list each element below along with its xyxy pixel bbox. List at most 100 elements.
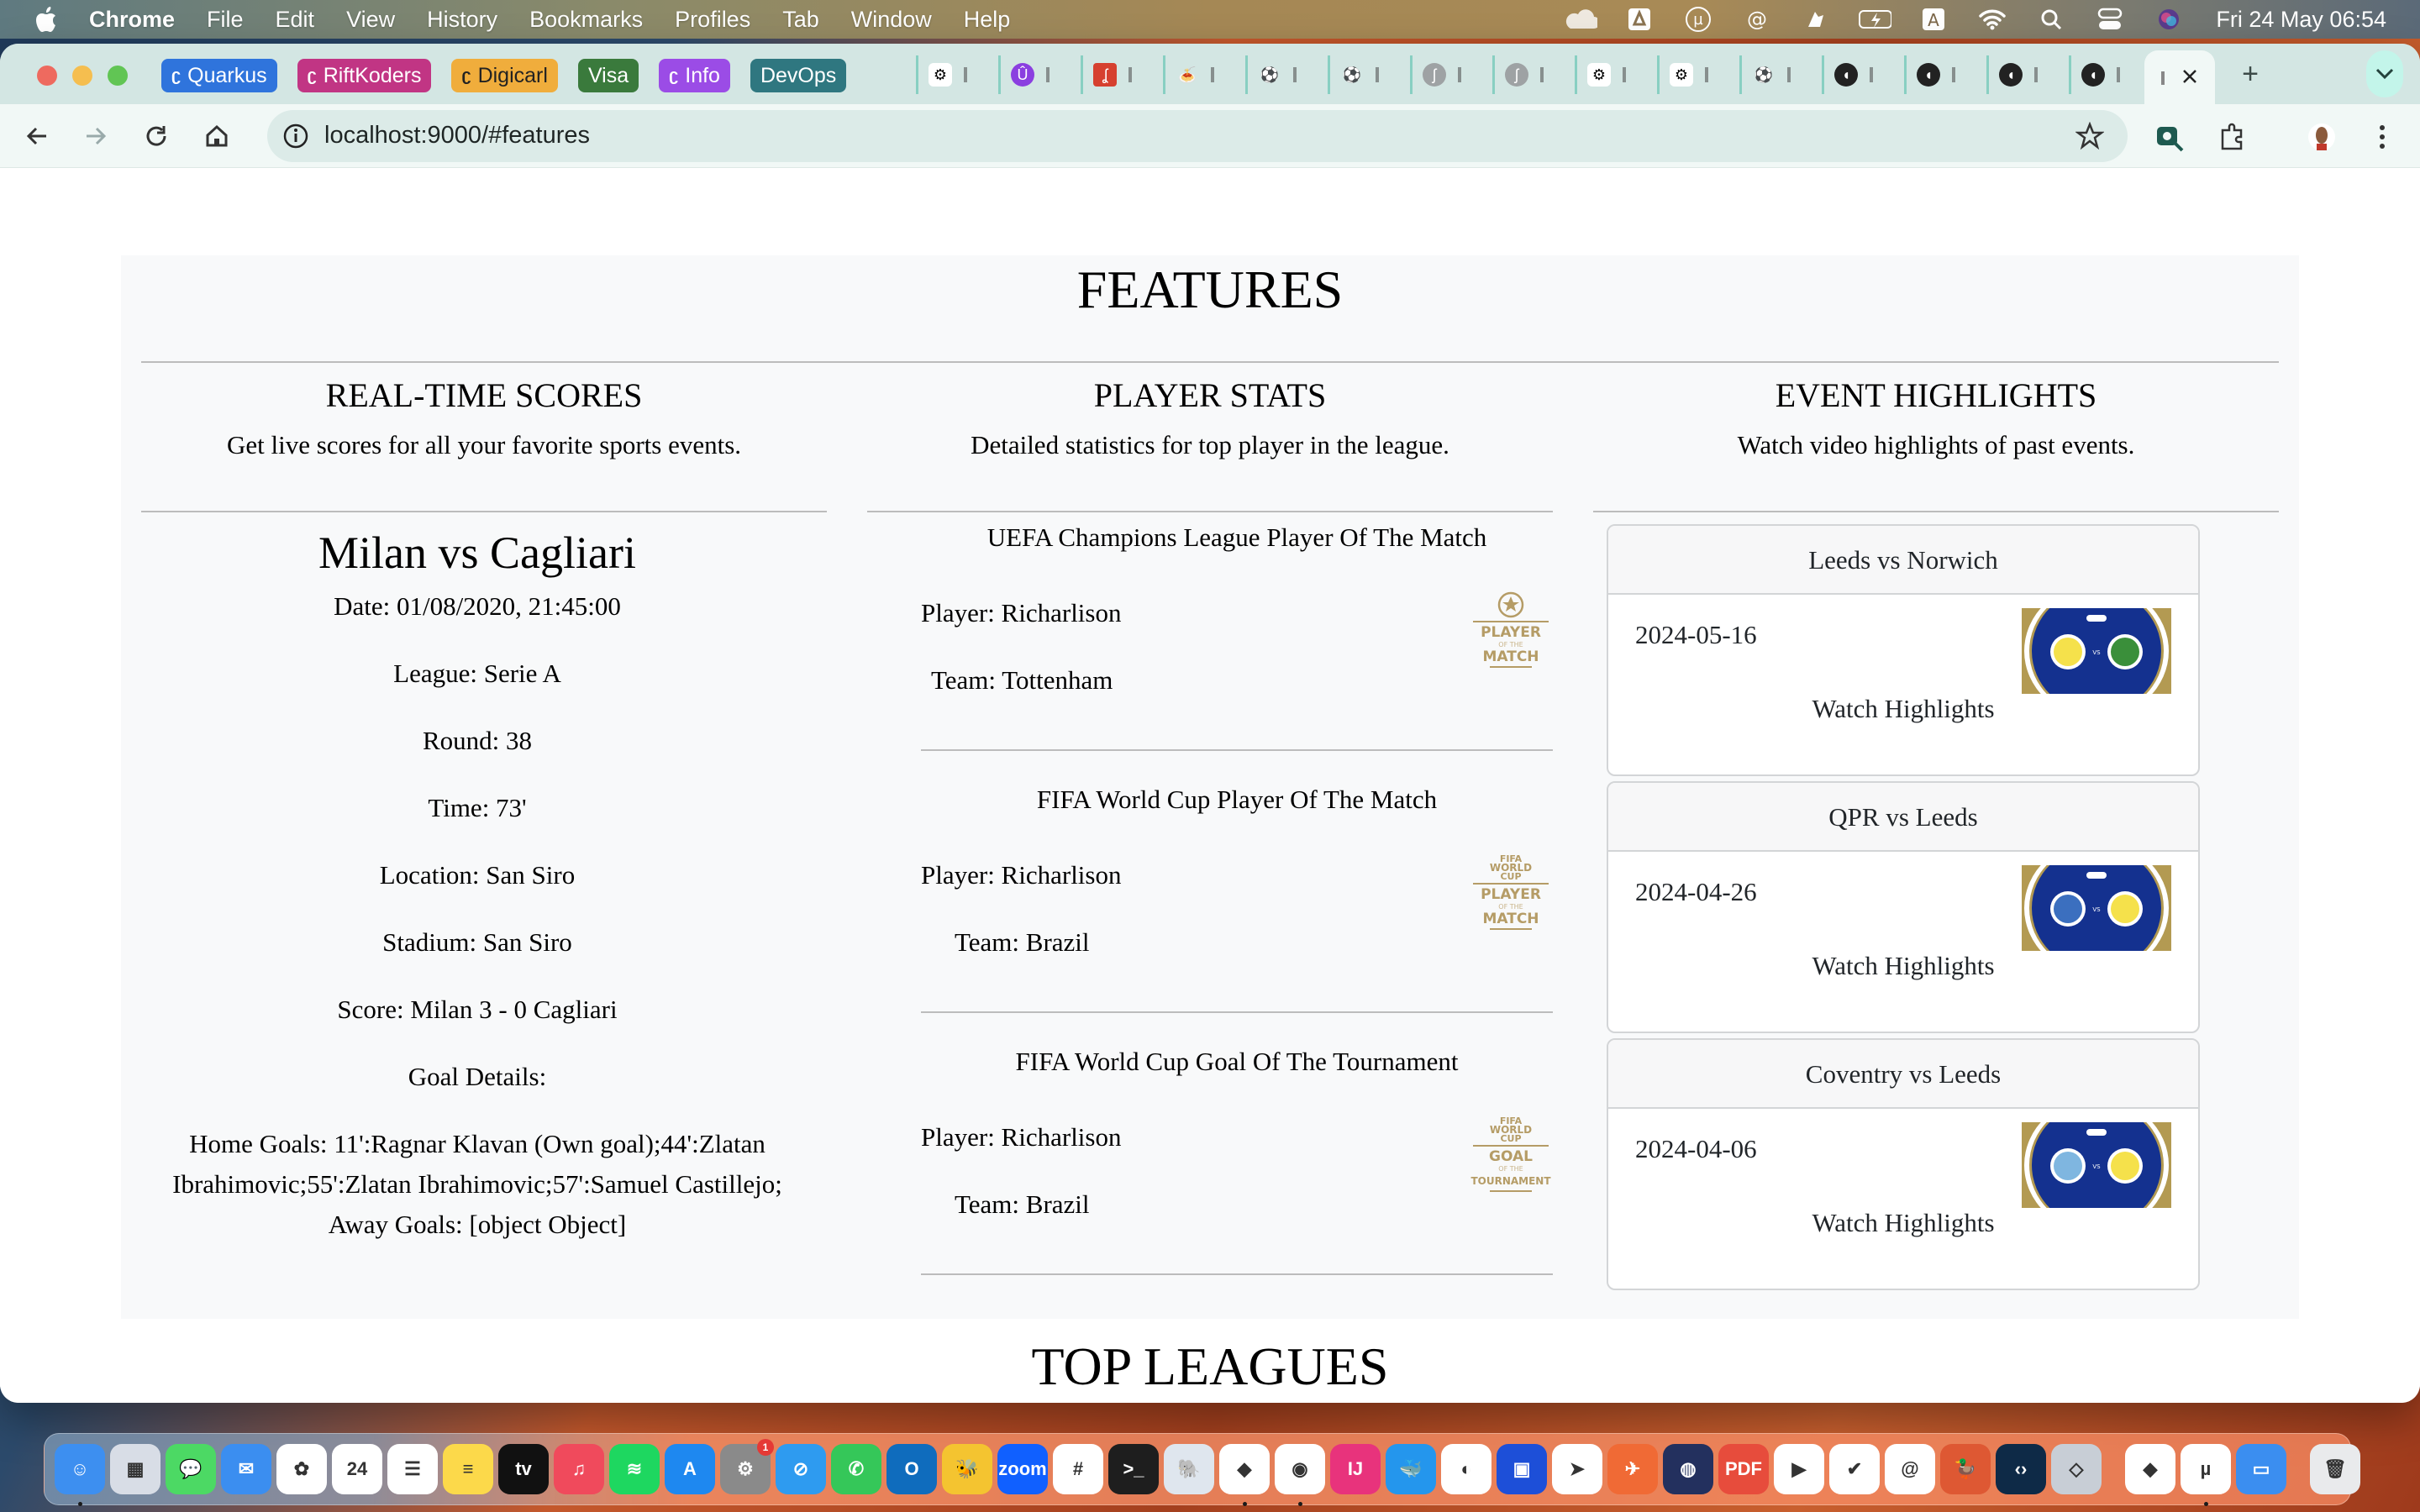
- dock-app-docker[interactable]: 🐳: [1386, 1444, 1436, 1494]
- new-tab-button[interactable]: +: [2232, 55, 2269, 92]
- battery-icon[interactable]: [1858, 7, 1892, 32]
- spotlight-icon[interactable]: [2034, 7, 2068, 32]
- icloud-icon[interactable]: [1564, 7, 1598, 32]
- home-button[interactable]: [198, 118, 235, 155]
- dock-app-vscode[interactable]: ◆: [1219, 1444, 1270, 1506]
- watch-highlights-link[interactable]: Watch Highlights: [1608, 694, 2198, 724]
- zoom-window-button[interactable]: [108, 66, 128, 86]
- dock-app-calendar[interactable]: 24: [332, 1444, 382, 1494]
- tab-upwork[interactable]: Û: [998, 55, 1081, 94]
- dock-app-duckduckgo[interactable]: 🦆: [1940, 1444, 1991, 1494]
- control-center-icon[interactable]: [2093, 7, 2127, 32]
- tab-github-3[interactable]: ◖: [1986, 55, 2069, 94]
- tab-brand-red[interactable]: ʆ: [1081, 55, 1163, 94]
- dock-app-outlook[interactable]: O: [886, 1444, 937, 1494]
- dock-app-cyberduck[interactable]: 🐝: [942, 1444, 992, 1494]
- menu-history[interactable]: History: [427, 7, 497, 33]
- tab-group-devops[interactable]: DevOps: [750, 59, 847, 92]
- site-info-icon[interactable]: [282, 123, 309, 150]
- extension-icon[interactable]: [2153, 121, 2185, 153]
- dock-app-reminders[interactable]: ☰: [387, 1444, 438, 1494]
- close-tab-icon[interactable]: [2181, 68, 2198, 89]
- forward-button[interactable]: [77, 118, 114, 155]
- dock-app-vscode-insiders[interactable]: ◆: [2125, 1444, 2175, 1494]
- tab-group-riftkoders[interactable]: ʗ RiftKoders: [297, 59, 432, 92]
- profile-avatar[interactable]: [2306, 121, 2338, 153]
- siri-icon[interactable]: [2152, 7, 2186, 32]
- wifi-icon[interactable]: [1975, 7, 2009, 32]
- tab-openai-3[interactable]: ⚙: [1657, 55, 1739, 94]
- utorrent-icon[interactable]: µ: [1681, 7, 1715, 32]
- dock-app-remote-desktop[interactable]: ▣: [1497, 1444, 1547, 1494]
- dock-app-mail[interactable]: ✉: [221, 1444, 271, 1494]
- tab-group-info[interactable]: ʗ Info: [659, 59, 730, 92]
- dock-app-system-settings[interactable]: ⚙ 1: [720, 1439, 774, 1494]
- extensions-puzzle-icon[interactable]: [2217, 121, 2249, 153]
- dock-app-whatsapp[interactable]: ✆: [831, 1444, 881, 1494]
- menu-window[interactable]: Window: [851, 7, 932, 33]
- dock-app-music[interactable]: ♫: [554, 1444, 604, 1494]
- dock-app-roblox[interactable]: ◇: [2051, 1444, 2102, 1494]
- dock-app-devtoys[interactable]: ‹›: [1996, 1444, 2046, 1494]
- tab-github-4[interactable]: ◖: [2069, 55, 2151, 94]
- dock-app-terminal[interactable]: >_: [1108, 1444, 1159, 1494]
- highlight-thumbnail[interactable]: VS: [2022, 608, 2171, 694]
- back-button[interactable]: [18, 118, 55, 155]
- threads-icon[interactable]: @: [1740, 7, 1774, 32]
- highlight-thumbnail[interactable]: VS: [2022, 1122, 2171, 1208]
- chrome-menu-icon[interactable]: [2366, 121, 2398, 153]
- menu-view[interactable]: View: [346, 7, 395, 33]
- active-tab[interactable]: [2144, 50, 2215, 106]
- dock-app-notes[interactable]: ≡: [443, 1444, 493, 1494]
- tab-globe-1[interactable]: ʃ: [1410, 55, 1492, 94]
- dock-app-todo[interactable]: ✔: [1829, 1444, 1880, 1494]
- menu-bookmarks[interactable]: Bookmarks: [529, 7, 643, 33]
- dock-app-safari[interactable]: ⊘: [776, 1444, 826, 1494]
- tab-group-quarkus[interactable]: ʗ Quarkus: [161, 59, 277, 92]
- dock-app-spotify[interactable]: ≋: [609, 1444, 660, 1494]
- dock-app-messages[interactable]: 💬: [166, 1444, 216, 1494]
- tab-soccer-3[interactable]: ⚽: [1739, 55, 1822, 94]
- dock-app-photos[interactable]: ✿: [276, 1444, 327, 1494]
- menu-help[interactable]: Help: [964, 7, 1011, 33]
- dock-app-trash[interactable]: 🗑: [2310, 1444, 2360, 1494]
- url-text[interactable]: localhost:9000/#features: [324, 122, 590, 150]
- menu-tab[interactable]: Tab: [782, 7, 819, 33]
- input-source-icon[interactable]: A: [1917, 7, 1950, 32]
- tab-github-1[interactable]: ◖: [1822, 55, 1904, 94]
- dock-app-postgres[interactable]: 🐘: [1164, 1444, 1214, 1494]
- dock-app-utorrent[interactable]: µ: [2181, 1444, 2231, 1506]
- menu-app-name[interactable]: Chrome: [89, 7, 175, 33]
- tab-group-visa[interactable]: Visa: [577, 59, 639, 92]
- watch-highlights-link[interactable]: Watch Highlights: [1608, 951, 2198, 981]
- menu-file[interactable]: File: [207, 7, 244, 33]
- dock-app-google-meet[interactable]: ▶: [1774, 1444, 1824, 1494]
- dock-app-postman[interactable]: ✈: [1607, 1444, 1658, 1494]
- dock-app-app-store[interactable]: A: [665, 1444, 715, 1494]
- menu-edit[interactable]: Edit: [276, 7, 315, 33]
- tab-soccer-2[interactable]: ⚽: [1328, 55, 1410, 94]
- address-bar[interactable]: localhost:9000/#features: [267, 110, 2128, 162]
- dock-app-chrome[interactable]: ◉: [1275, 1444, 1325, 1506]
- highlight-thumbnail[interactable]: VS: [2022, 865, 2171, 951]
- tab-food[interactable]: 🍝: [1163, 55, 1245, 94]
- dock-app-telegram[interactable]: ➤: [1552, 1444, 1602, 1494]
- dropzone-icon[interactable]: [1799, 7, 1833, 32]
- dock-app-slack[interactable]: #: [1053, 1444, 1103, 1494]
- tab-group-digicarl[interactable]: ʗ Digicarl: [451, 59, 558, 92]
- reload-button[interactable]: [138, 118, 175, 155]
- watch-highlights-link[interactable]: Watch Highlights: [1608, 1208, 2198, 1238]
- close-window-button[interactable]: [37, 66, 57, 86]
- dock-app-zoom[interactable]: zoom: [997, 1444, 1048, 1494]
- dock-app-keynote[interactable]: ▭: [2236, 1444, 2286, 1494]
- dock-app-pdf-expert[interactable]: PDF: [1718, 1444, 1769, 1494]
- dock-app-thunderbird[interactable]: ◐: [1441, 1444, 1491, 1494]
- match-title[interactable]: Milan vs Cagliari: [141, 522, 813, 583]
- dock-app-mozilla-vpn[interactable]: ◍: [1663, 1444, 1713, 1494]
- dock-app-finder[interactable]: ☺: [55, 1444, 105, 1506]
- tab-github-2[interactable]: ◖: [1904, 55, 1986, 94]
- menu-profiles[interactable]: Profiles: [675, 7, 750, 33]
- tab-openai-2[interactable]: ⚙: [1575, 55, 1657, 94]
- dock-app-apple-tv[interactable]: tv: [498, 1444, 549, 1494]
- dock-app-threads[interactable]: @: [1885, 1444, 1935, 1494]
